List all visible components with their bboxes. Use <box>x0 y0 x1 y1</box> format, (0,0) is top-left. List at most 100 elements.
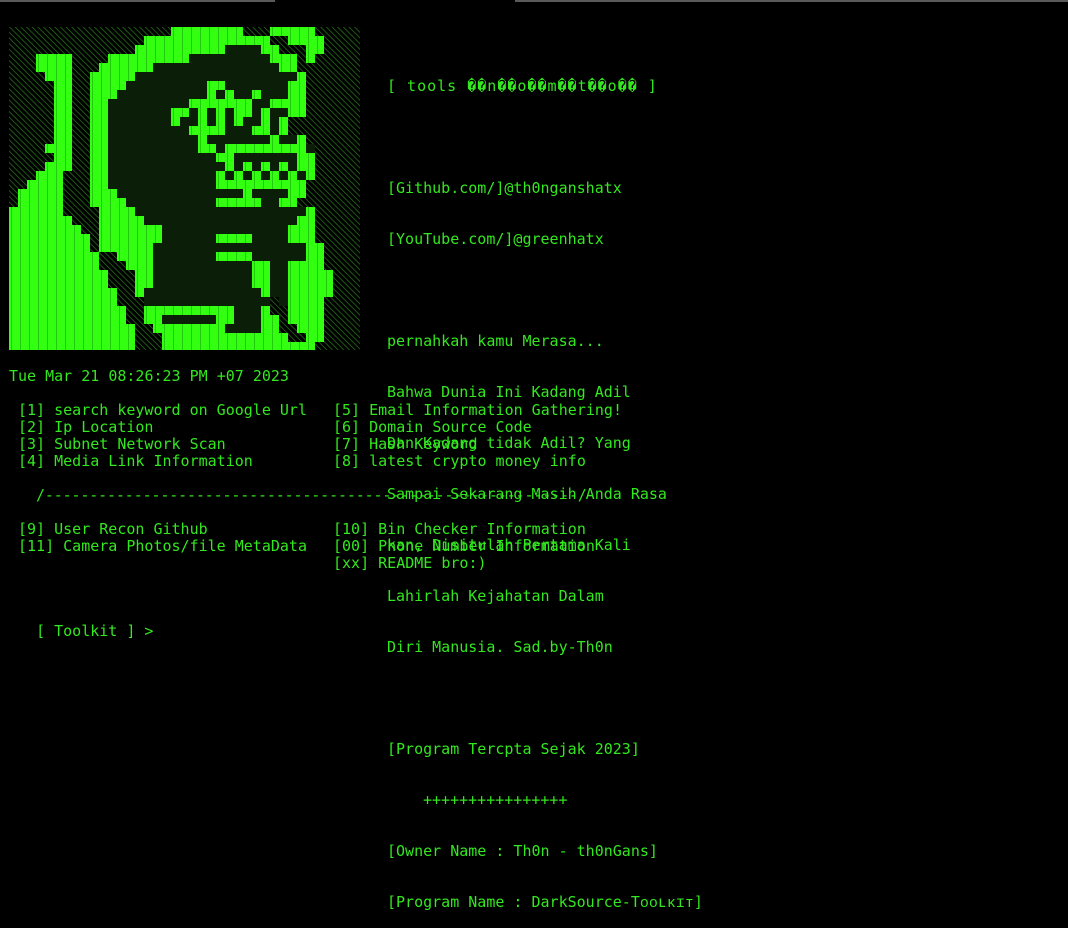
art-pixel <box>270 333 279 342</box>
art-pixel <box>252 36 261 45</box>
art-shadow-pixel <box>234 216 243 225</box>
art-shadow-pixel <box>243 171 252 180</box>
art-pixel <box>99 99 108 108</box>
art-shadow-pixel <box>117 144 126 153</box>
art-shadow-pixel <box>225 126 234 135</box>
art-pixel <box>63 81 72 90</box>
art-pixel <box>315 270 324 279</box>
art-pixel <box>288 180 297 189</box>
art-shadow-pixel <box>171 180 180 189</box>
art-shadow-pixel <box>261 198 270 207</box>
art-shadow-pixel <box>270 126 279 135</box>
art-shadow-pixel <box>180 252 189 261</box>
art-shadow-pixel <box>252 54 261 63</box>
art-pixel <box>36 234 45 243</box>
art-shadow-pixel <box>171 126 180 135</box>
art-pixel <box>18 198 27 207</box>
art-pixel <box>171 117 180 126</box>
art-shadow-pixel <box>171 261 180 270</box>
art-shadow-pixel <box>270 198 279 207</box>
art-shadow-pixel <box>189 288 198 297</box>
art-shadow-pixel <box>153 99 162 108</box>
art-shadow-pixel <box>162 279 171 288</box>
art-shadow-pixel <box>216 189 225 198</box>
art-shadow-pixel <box>144 108 153 117</box>
art-pixel <box>270 324 279 333</box>
art-shadow-pixel <box>135 144 144 153</box>
art-shadow-pixel <box>297 171 306 180</box>
art-shadow-pixel <box>171 63 180 72</box>
art-shadow-pixel <box>252 135 261 144</box>
art-shadow-pixel <box>171 198 180 207</box>
art-shadow-pixel <box>207 108 216 117</box>
art-pixel <box>72 279 81 288</box>
art-shadow-pixel <box>216 90 225 99</box>
art-shadow-pixel <box>234 153 243 162</box>
art-shadow-pixel <box>243 45 252 54</box>
art-pixel <box>90 297 99 306</box>
art-shadow-pixel <box>180 180 189 189</box>
art-pixel <box>36 261 45 270</box>
art-shadow-pixel <box>234 207 243 216</box>
art-shadow-pixel <box>270 117 279 126</box>
art-shadow-pixel <box>234 81 243 90</box>
art-pixel <box>162 324 171 333</box>
art-shadow-pixel <box>270 153 279 162</box>
art-shadow-pixel <box>198 81 207 90</box>
art-pixel <box>9 234 18 243</box>
art-pixel <box>306 36 315 45</box>
art-shadow-pixel <box>279 270 288 279</box>
art-pixel <box>153 234 162 243</box>
art-shadow-pixel <box>162 315 171 324</box>
art-shadow-pixel <box>270 225 279 234</box>
art-shadow-pixel <box>270 162 279 171</box>
art-pixel <box>9 279 18 288</box>
art-shadow-pixel <box>243 306 252 315</box>
art-shadow-pixel <box>288 162 297 171</box>
input-cursor[interactable] <box>36 641 38 656</box>
art-pixel <box>261 144 270 153</box>
art-pixel <box>54 198 63 207</box>
art-shadow-pixel <box>162 234 171 243</box>
art-shadow-pixel <box>198 252 207 261</box>
art-shadow-pixel <box>234 54 243 63</box>
art-pixel <box>144 270 153 279</box>
art-pixel <box>63 342 72 350</box>
art-pixel <box>261 45 270 54</box>
art-shadow-pixel <box>216 135 225 144</box>
art-pixel <box>54 252 63 261</box>
art-shadow-pixel <box>162 171 171 180</box>
command-prompt[interactable]: [ Toolkit ] > <box>18 606 153 657</box>
art-pixel <box>243 108 252 117</box>
art-pixel <box>288 297 297 306</box>
art-pixel <box>108 72 117 81</box>
art-shadow-pixel <box>252 297 261 306</box>
art-shadow-pixel <box>207 180 216 189</box>
art-pixel <box>90 270 99 279</box>
menu-item-7: [7] Hash Keyword <box>333 435 478 453</box>
art-shadow-pixel <box>189 81 198 90</box>
art-pixel <box>252 333 261 342</box>
art-pixel <box>216 324 225 333</box>
art-pixel <box>90 72 99 81</box>
art-pixel <box>90 342 99 350</box>
art-pixel <box>234 99 243 108</box>
art-pixel <box>108 306 117 315</box>
art-pixel <box>225 234 234 243</box>
art-pixel <box>171 108 180 117</box>
art-pixel <box>306 270 315 279</box>
art-shadow-pixel <box>171 72 180 81</box>
art-pixel <box>198 36 207 45</box>
art-shadow-pixel <box>153 189 162 198</box>
art-shadow-pixel <box>171 297 180 306</box>
art-pixel <box>54 99 63 108</box>
art-pixel <box>36 243 45 252</box>
art-pixel <box>216 36 225 45</box>
art-pixel <box>54 342 63 350</box>
art-shadow-pixel <box>189 189 198 198</box>
art-pixel <box>18 315 27 324</box>
art-shadow-pixel <box>162 207 171 216</box>
art-shadow-pixel <box>162 189 171 198</box>
art-pixel <box>36 270 45 279</box>
art-pixel <box>207 126 216 135</box>
